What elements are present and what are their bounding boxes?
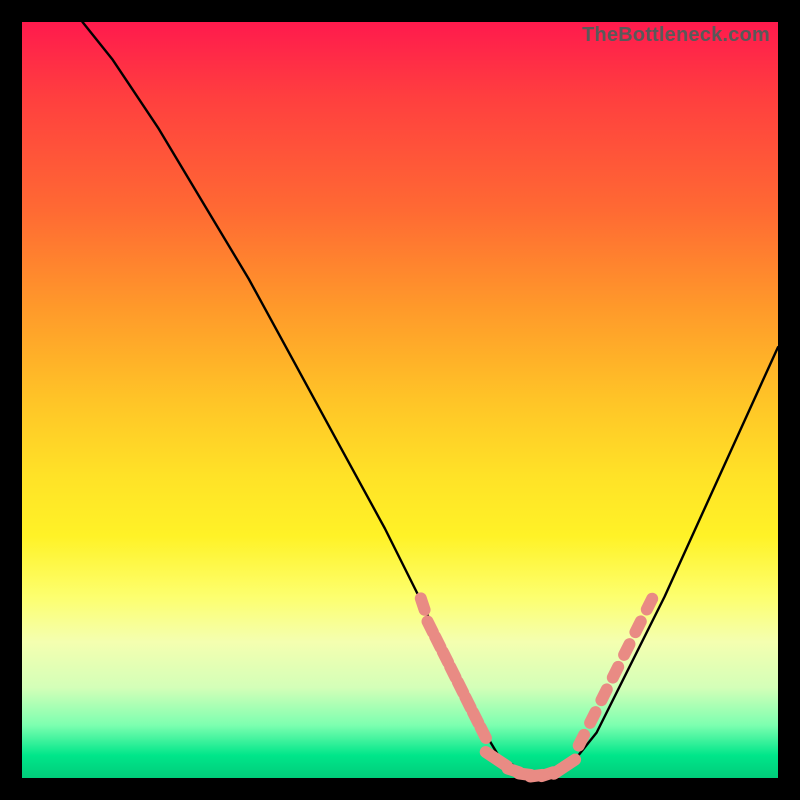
plot-area: TheBottleneck.com [22, 22, 778, 778]
curve-layer [83, 22, 779, 778]
data-marker [413, 591, 432, 618]
marker-layer [413, 591, 660, 784]
bottleneck-curve [83, 22, 779, 778]
chart-frame: TheBottleneck.com [0, 0, 800, 800]
data-marker [571, 727, 592, 754]
chart-svg [22, 22, 778, 778]
